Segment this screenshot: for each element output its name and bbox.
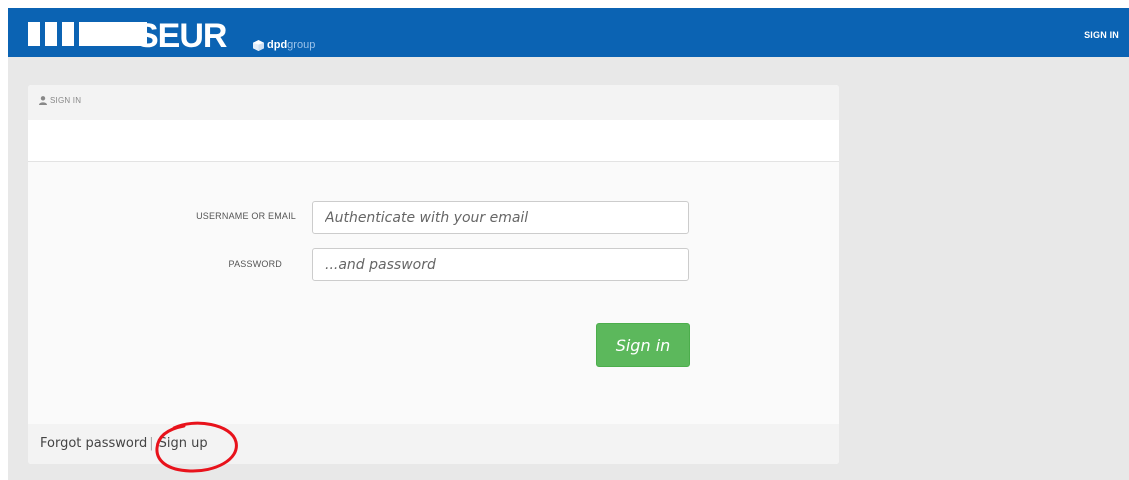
- footer-separator: |: [149, 436, 154, 451]
- login-panel: SIGN IN USERNAME OR EMAIL PASSWORD Sign …: [28, 85, 839, 464]
- dpd-label: dpd: [267, 39, 288, 51]
- user-icon: [39, 96, 47, 105]
- panel-heading: SIGN IN: [28, 85, 839, 120]
- dpd-cube-icon: [253, 39, 264, 51]
- dpd-suffix: group: [287, 39, 316, 51]
- signin-nav-link[interactable]: SIGN IN: [1084, 30, 1119, 40]
- dpd-group-logo: dpd group: [253, 38, 315, 52]
- password-label: PASSWORD: [228, 259, 282, 269]
- forgot-password-link[interactable]: Forgot password: [40, 436, 147, 451]
- sign-in-button[interactable]: Sign in: [596, 323, 690, 367]
- panel-subheader: [28, 120, 839, 162]
- panel-title: SIGN IN: [50, 96, 82, 105]
- seur-logo[interactable]: SEUR: [136, 19, 227, 53]
- username-input[interactable]: [312, 201, 689, 234]
- top-navbar: SEUR dpd group SIGN IN: [8, 8, 1129, 57]
- username-label: USERNAME OR EMAIL: [196, 211, 296, 221]
- panel-footer: Forgot password | Sign up: [28, 424, 839, 464]
- password-input[interactable]: [312, 248, 689, 281]
- highlight-circle-annotation: [155, 421, 238, 473]
